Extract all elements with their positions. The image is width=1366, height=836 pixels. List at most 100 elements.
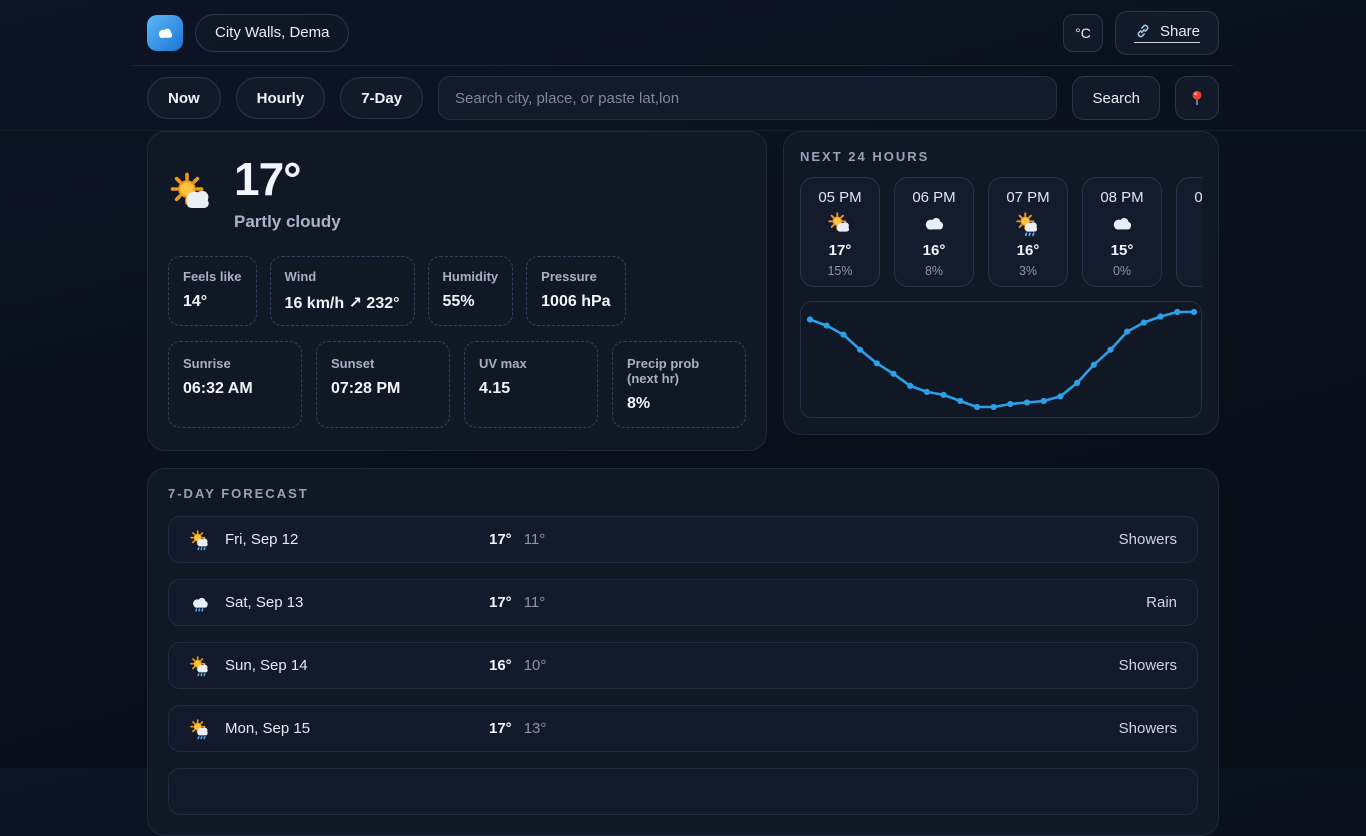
hour-precip: 0%: [1113, 264, 1131, 278]
hour-time: 05 PM: [818, 189, 861, 206]
pin-location-button[interactable]: [1175, 76, 1219, 120]
stats-row-1: Feels like 14° Wind 16 km/h ↗ 232° Humidity5…: [168, 256, 746, 326]
forecast-high: 17°: [489, 720, 512, 737]
main-content: 17° Partly cloudy Feels like 14° Wind 16 km…: [133, 131, 1233, 836]
stat-tile-precip-prob-next-hr-: Precip prob (next hr) 8%: [612, 341, 746, 428]
app-logo: [147, 15, 183, 51]
forecast-rows: Fri, Sep 1217°11°ShowersSat, Sep 1317°11…: [168, 516, 1198, 815]
temperature-sparkline: [801, 302, 1202, 417]
sun-cloud-icon: [827, 211, 853, 237]
red-pin-icon: [1186, 87, 1208, 109]
forecast-day: Fri, Sep 12: [225, 531, 298, 548]
stat-label: UV max: [479, 356, 583, 371]
forecast-condition: Showers: [545, 531, 1177, 548]
stat-tile-humidity: Humidity55%: [428, 256, 514, 326]
forecast-low: 13°: [524, 720, 547, 737]
stat-value: 14°: [183, 293, 242, 311]
toolbar: Now Hourly 7-Day Search: [133, 66, 1233, 130]
forecast-row[interactable]: Sun, Sep 14 16° 10°Showers: [168, 642, 1198, 689]
stat-value: 06:32 AM: [183, 380, 287, 398]
top-grid: 17° Partly cloudy Feels like 14° Wind 16 km…: [147, 131, 1219, 451]
app-header: City Walls, Dema °C Share Now Hourly 7-Day…: [0, 0, 1366, 131]
forecast-condition: Rain: [545, 594, 1177, 611]
forecast-row-partial[interactable]: [168, 768, 1198, 815]
tab-now[interactable]: Now: [147, 77, 221, 119]
stat-tile-sunrise: Sunrise 06:32 AM: [168, 341, 302, 428]
location-label: City Walls, Dema: [215, 24, 329, 41]
next-24-hours-card: NEXT 24 HOURS 05 PM 17° 15% 06 PM 16° 8% 07 PM…: [783, 131, 1219, 435]
cloud-logo-icon: [154, 22, 176, 44]
stat-label: Pressure: [541, 269, 610, 284]
tab-7-day[interactable]: 7-Day: [340, 77, 423, 119]
stat-tile-pressure: Pressure 1006 hPa: [526, 256, 625, 326]
hour-time: 06 PM: [912, 189, 955, 206]
rain-icon: [189, 592, 211, 614]
location-chip[interactable]: City Walls, Dema: [195, 14, 349, 52]
hour-time: 08 PM: [1100, 189, 1143, 206]
hour-card: 05 PM 17° 15%: [800, 177, 880, 287]
hour-precip: 15%: [827, 264, 852, 278]
stat-tile-wind: Wind 16 km/h ↗ 232°: [270, 256, 415, 326]
forecast-low: 11°: [524, 594, 546, 611]
forecast-high: 16°: [489, 657, 512, 674]
hour-temp: 15°: [1111, 242, 1134, 259]
unit-toggle-button[interactable]: °C: [1063, 14, 1103, 52]
stat-label: Sunset: [331, 356, 435, 371]
stats-row-2: Sunrise 06:32 AM Sunset 07:28 PM UV max 4.15 P…: [168, 341, 746, 428]
share-label: Share: [1160, 23, 1200, 40]
stat-value: 07:28 PM: [331, 380, 435, 398]
stat-value: 8%: [627, 395, 731, 413]
hour-temp: 17°: [829, 242, 852, 259]
stat-label: Precip prob (next hr): [627, 356, 731, 386]
hour-card: 08 PM 15° 0%: [1082, 177, 1162, 287]
hour-card: 07 PM 16° 3%: [988, 177, 1068, 287]
search-button[interactable]: Search: [1072, 76, 1160, 120]
stat-tile-feels-like: Feels like 14°: [168, 256, 257, 326]
current-condition: Partly cloudy: [234, 212, 341, 232]
view-tabs: Now Hourly 7-Day: [147, 77, 423, 119]
hour-precip: 8%: [925, 264, 943, 278]
forecast-condition: Showers: [546, 720, 1177, 737]
hour-time: 09 PM: [1194, 189, 1202, 206]
search-input[interactable]: [438, 76, 1057, 120]
hour-precip: 3%: [1019, 264, 1037, 278]
header-top-row: City Walls, Dema °C Share: [133, 0, 1233, 66]
sun-rain-icon: [189, 655, 211, 677]
stat-value: 4.15: [479, 380, 583, 398]
forecast-row[interactable]: Fri, Sep 12 17° 11°Showers: [168, 516, 1198, 563]
hour-card: 09 PM15°0%: [1176, 177, 1202, 287]
hour-card: 06 PM 16° 8%: [894, 177, 974, 287]
stat-tile-uv-max: UV max 4.15: [464, 341, 598, 428]
hourly-section-title: NEXT 24 HOURS: [800, 149, 1202, 164]
stat-value: 16 km/h ↗ 232°: [285, 293, 400, 313]
forecast-condition: Showers: [546, 657, 1177, 674]
stat-value: 1006 hPa: [541, 293, 610, 311]
stat-label: Feels like: [183, 269, 242, 284]
tab-hourly[interactable]: Hourly: [236, 77, 326, 119]
sun-rain-icon: [189, 718, 211, 740]
partly-cloudy-icon: [168, 170, 216, 218]
forecast-row[interactable]: Mon, Sep 15 17° 13°Showers: [168, 705, 1198, 752]
stat-label: Wind: [285, 269, 400, 284]
current-header: 17° Partly cloudy: [168, 156, 746, 232]
seven-day-forecast-card: 7-DAY FORECAST Fri, Sep 1217°11°ShowersS…: [147, 468, 1219, 836]
temperature-chart-box: [800, 301, 1202, 418]
forecast-high: 17°: [489, 531, 512, 548]
hour-temp: 16°: [1017, 242, 1040, 259]
forecast-day: Mon, Sep 15: [225, 720, 310, 737]
stat-label: Humidity: [443, 269, 499, 284]
link-icon: [1134, 22, 1152, 40]
stat-tile-sunset: Sunset 07:28 PM: [316, 341, 450, 428]
forecast-low: 10°: [524, 657, 547, 674]
forecast-row[interactable]: Sat, Sep 1317°11°Rain: [168, 579, 1198, 626]
forecast-day: Sat, Sep 13: [225, 594, 303, 611]
daily-section-title: 7-DAY FORECAST: [168, 486, 1198, 501]
forecast-low: 11°: [524, 531, 546, 548]
current-temperature: 17°: [234, 156, 341, 202]
forecast-day: Sun, Sep 14: [225, 657, 308, 674]
hour-time: 07 PM: [1006, 189, 1049, 206]
hour-temp: 16°: [923, 242, 946, 259]
stat-label: Sunrise: [183, 356, 287, 371]
hourly-strip[interactable]: 05 PM17°15%06 PM16°8%07 PM16°3%08 PM15°0…: [800, 177, 1202, 287]
share-button[interactable]: Share: [1115, 11, 1219, 55]
